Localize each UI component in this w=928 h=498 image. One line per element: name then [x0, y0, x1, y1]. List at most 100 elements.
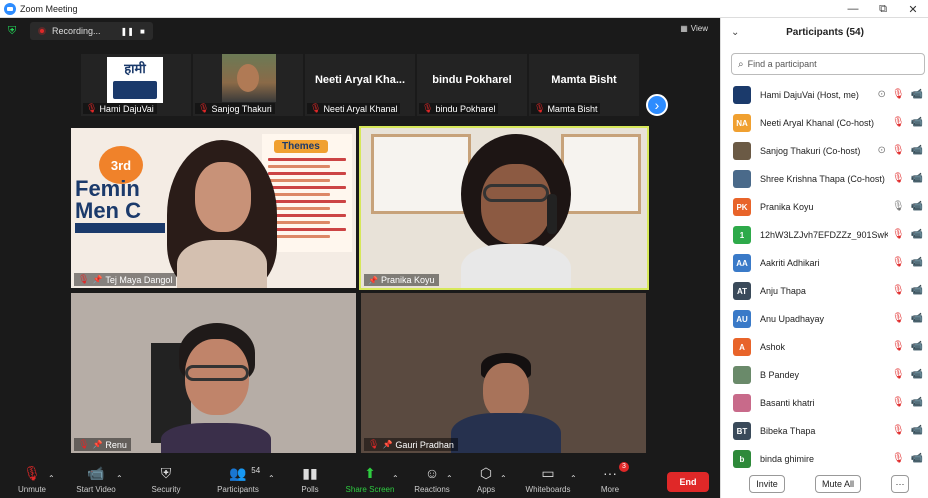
minimize-button[interactable]: —	[838, 0, 868, 18]
panel-more-button[interactable]: ···	[891, 475, 909, 493]
thumbnail-mamta-bisht[interactable]: Mamta Bisht 🎙 Mamta Bisht	[529, 54, 641, 116]
thumbnail-hami-dajuvai[interactable]: हामी 🎙 Hami DajuVai	[81, 54, 193, 116]
hami-logo-text: हामी	[124, 61, 146, 76]
mic-muted-icon[interactable]: 🎙	[892, 313, 905, 325]
participant-row[interactable]: AT Anju Thapa 🎙 📹	[721, 277, 928, 305]
start-video-button[interactable]: 📹 Start Video	[72, 464, 120, 498]
avatar: PK	[733, 198, 751, 216]
video-off-icon[interactable]: 📹	[911, 117, 923, 129]
security-button[interactable]: ⛨ Security	[148, 464, 184, 498]
participants-button[interactable]: 👥 54 Participants	[214, 464, 262, 498]
participant-row[interactable]: NA Neeti Aryal Khanal (Co-host) 🎙 📹	[721, 109, 928, 137]
thumbnail-bindu-pokharel[interactable]: bindu Pokharel 🎙 bindu Pokharel	[417, 54, 529, 116]
pin-icon: 📌	[382, 440, 393, 449]
mic-muted-icon[interactable]: 🎙	[892, 285, 905, 297]
participant-row[interactable]: Hami DajuVai (Host, me) ⊙ 🎙 📹	[721, 81, 928, 109]
apps-chevron-icon[interactable]: ⌃	[500, 470, 507, 498]
avatar: AA	[733, 254, 751, 272]
unmute-button[interactable]: 🎙 Unmute	[14, 464, 50, 498]
next-page-chevron-icon[interactable]: ›	[646, 94, 668, 116]
meeting-area: ⛨ Recording... ❚❚ ■ ▦ View हामी 🎙 Hami Da…	[0, 18, 720, 498]
whiteboards-chevron-icon[interactable]: ⌃	[570, 470, 577, 498]
mute-all-button[interactable]: Mute All	[815, 475, 861, 493]
more-badge: 3	[619, 462, 629, 472]
mic-muted-icon[interactable]: 🎙	[892, 117, 905, 129]
mic-muted-icon[interactable]: 🎙	[892, 425, 905, 437]
participant-row[interactable]: 1 12hW3LZJvh7EFDZZz_901SwKg... 🎙 📹	[721, 221, 928, 249]
participants-count: 54	[251, 466, 261, 475]
participant-row[interactable]: AU Anu Upadhayay 🎙 📹	[721, 305, 928, 333]
video-off-icon[interactable]: 📹	[911, 313, 923, 325]
thumbnail-neeti-aryal-khanal[interactable]: Neeti Aryal Kha... 🎙 Neeti Aryal Khanal	[305, 54, 417, 116]
recording-indicator: Recording... ❚❚ ■	[30, 22, 153, 40]
apps-button[interactable]: ⬡ Apps	[474, 464, 498, 498]
participants-chevron-icon[interactable]: ⌃	[268, 470, 275, 498]
participant-name: Bibeka Thapa	[760, 426, 816, 436]
mic-muted-icon[interactable]: 🎙	[892, 145, 905, 157]
video-tile-tej-maya-dangol[interactable]: 3rd Femin Men C Themes 🎙 📌 Tej Maya Dangol	[71, 128, 356, 288]
pause-recording-icon[interactable]: ❚❚	[121, 27, 134, 36]
more-button[interactable]: ··· 3 More	[596, 462, 629, 498]
participant-row[interactable]: BT Bibeka Thapa 🎙 📹	[721, 417, 928, 445]
mic-muted-icon[interactable]: 🎙	[892, 397, 905, 409]
avatar: AT	[733, 282, 751, 300]
polls-button[interactable]: ▮▮ Polls	[296, 464, 324, 498]
tile-name: Gauri Pradhan	[395, 439, 454, 450]
video-off-icon[interactable]: 📹	[911, 341, 923, 353]
thumbnail-sanjog-thakuri[interactable]: 🎙 Sanjog Thakuri	[193, 54, 305, 116]
invite-button[interactable]: Invite	[749, 475, 785, 493]
video-off-icon[interactable]: 📹	[911, 257, 923, 269]
mic-muted-icon[interactable]: 🎙	[892, 369, 905, 381]
participant-row[interactable]: b binda ghimire 🎙 📹	[721, 445, 928, 473]
participant-name: Sanjog Thakuri (Co-host)	[760, 146, 861, 156]
share-screen-button[interactable]: ⬆ Share Screen	[344, 464, 396, 498]
video-off-icon[interactable]: 📹	[911, 453, 923, 465]
mic-muted-icon[interactable]: 🎙	[892, 229, 905, 241]
participant-row[interactable]: Sanjog Thakuri (Co-host) ⊙ 🎙 📹	[721, 137, 928, 165]
close-window-button[interactable]: ✕	[898, 0, 928, 18]
participant-name: Hami DajuVai (Host, me)	[760, 90, 859, 100]
mic-muted-icon[interactable]: 🎙	[892, 341, 905, 353]
whiteboards-button[interactable]: ▭ Whiteboards	[522, 464, 574, 498]
avatar	[733, 366, 751, 384]
video-off-icon[interactable]: 📹	[911, 173, 923, 185]
mic-muted-icon[interactable]: 🎙	[892, 453, 905, 465]
restore-button[interactable]: ⧉	[868, 0, 898, 18]
share-chevron-icon[interactable]: ⌃	[392, 470, 399, 498]
avatar: NA	[733, 114, 751, 132]
participant-row[interactable]: Basanti khatri 🎙 📹	[721, 389, 928, 417]
encryption-shield-icon[interactable]: ⛨	[8, 25, 20, 37]
mic-muted-icon[interactable]: 🎙	[892, 173, 905, 185]
participant-row[interactable]: A Ashok 🎙 📹	[721, 333, 928, 361]
video-tile-gauri-pradhan[interactable]: 🎙 📌 Gauri Pradhan	[361, 293, 646, 453]
view-button[interactable]: ▦ View	[680, 24, 708, 33]
video-options-chevron-icon[interactable]: ⌃	[116, 470, 123, 498]
participant-name: Ashok	[760, 342, 786, 352]
participant-search[interactable]: ⌕	[731, 53, 925, 75]
video-icon[interactable]: 📹	[911, 201, 923, 213]
audio-options-chevron-icon[interactable]: ⌃	[48, 470, 55, 498]
meeting-topbar: ⛨ Recording... ❚❚ ■ ▦ View	[0, 18, 720, 44]
participant-row[interactable]: AA Aakriti Adhikari 🎙 📹	[721, 249, 928, 277]
search-icon: ⌕	[738, 58, 744, 70]
participant-row[interactable]: PK Pranika Koyu 🎙 📹	[721, 193, 928, 221]
participant-row[interactable]: Shree Krishna Thapa (Co-host) 🎙 📹	[721, 165, 928, 193]
mic-muted-icon[interactable]: 🎙	[892, 257, 905, 269]
share-screen-arrow-icon: ⬆	[364, 465, 376, 481]
reactions-chevron-icon[interactable]: ⌃	[446, 470, 453, 498]
video-off-icon[interactable]: 📹	[911, 397, 923, 409]
mic-icon[interactable]: 🎙	[892, 201, 905, 213]
stop-recording-icon[interactable]: ■	[140, 27, 145, 36]
video-off-icon[interactable]: 📹	[911, 229, 923, 241]
video-off-icon[interactable]: 📹	[911, 145, 923, 157]
search-input[interactable]	[747, 59, 908, 69]
mic-muted-icon[interactable]: 🎙	[892, 89, 905, 101]
video-off-icon[interactable]: 📹	[911, 89, 923, 101]
video-tile-pranika-koyu[interactable]: 📌 Pranika Koyu	[359, 126, 649, 290]
video-tile-renu[interactable]: 🎙 📌 Renu	[71, 293, 356, 453]
participant-row[interactable]: B Pandey 🎙 📹	[721, 361, 928, 389]
end-meeting-button[interactable]: End	[667, 472, 709, 492]
video-off-icon[interactable]: 📹	[911, 369, 923, 381]
video-off-icon[interactable]: 📹	[911, 285, 923, 297]
video-off-icon[interactable]: 📹	[911, 425, 923, 437]
